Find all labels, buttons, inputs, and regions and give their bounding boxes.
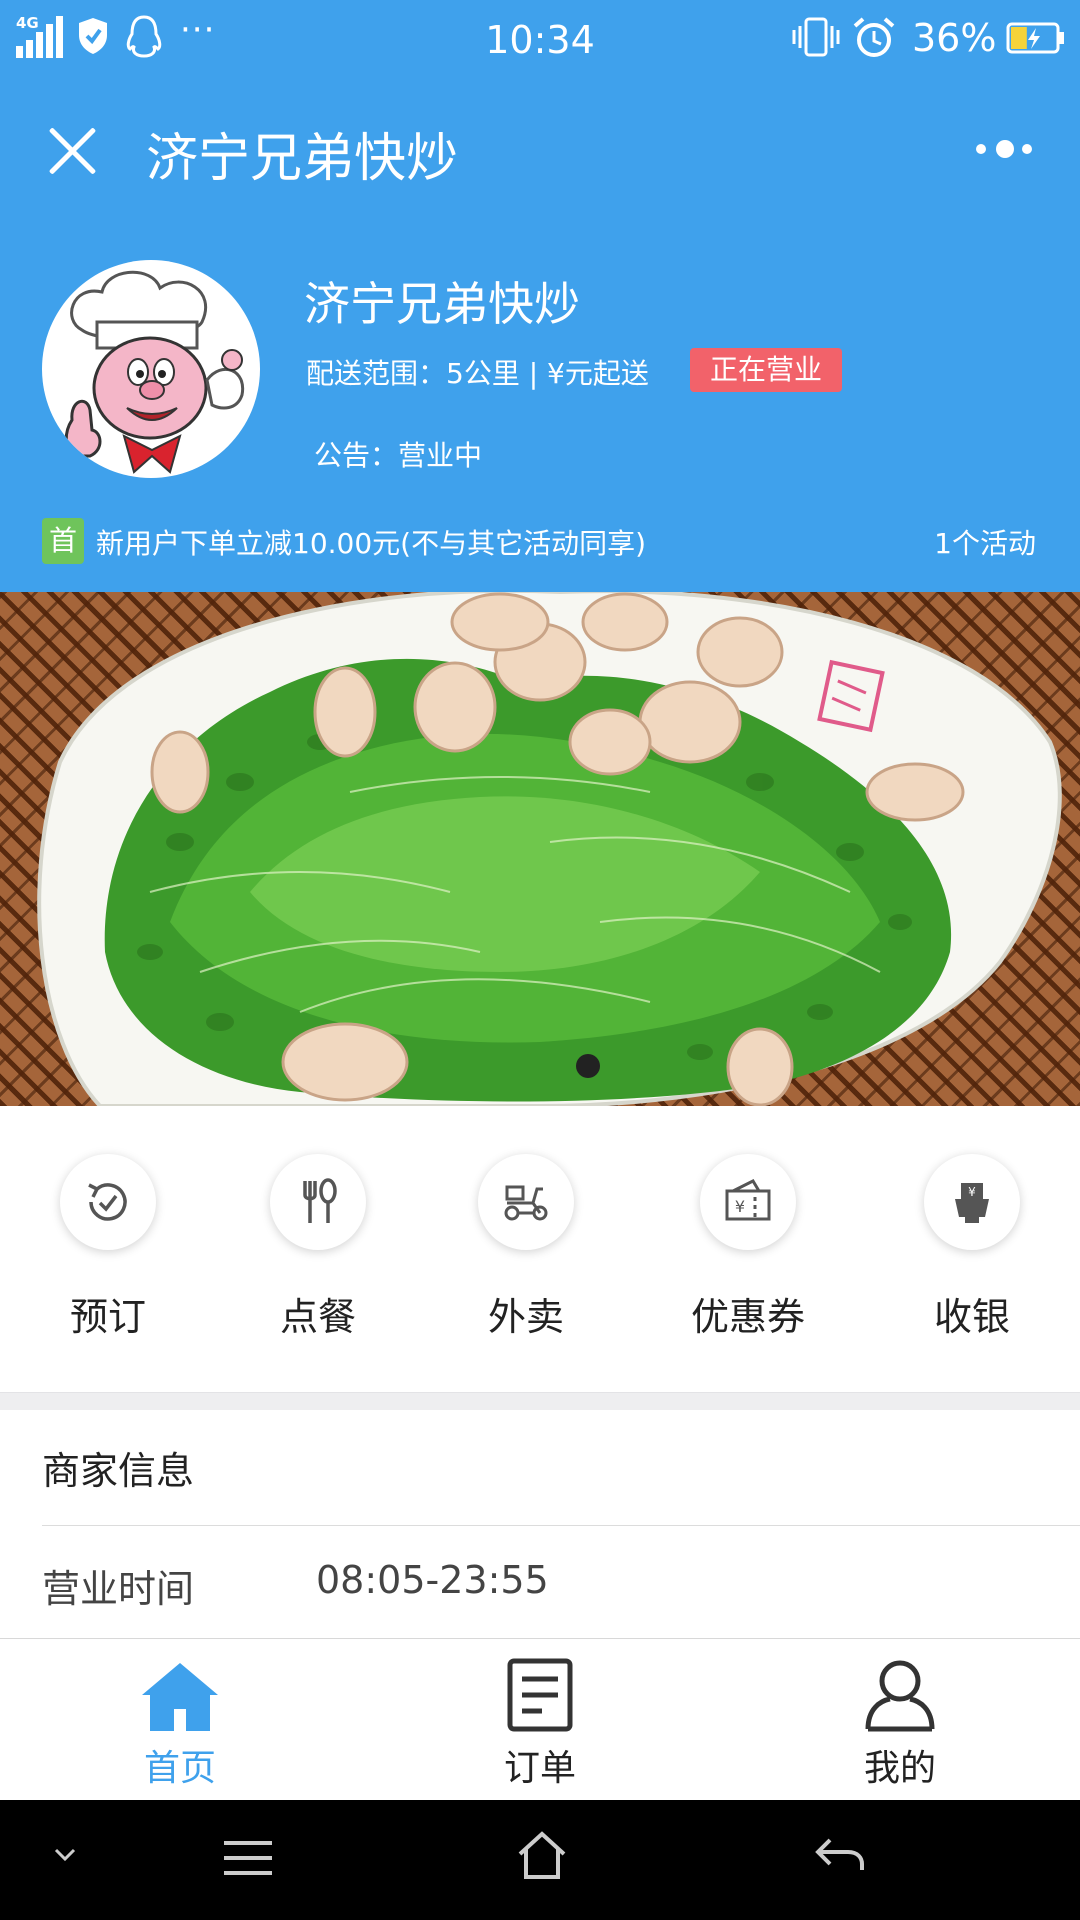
- banner-image[interactable]: [0, 592, 1080, 1106]
- shop-header: 4G ··· 10:34 36% 济宁兄弟快炒 济宁兄弟快炒 配送范围：5公里 …: [0, 0, 1080, 592]
- promo-text: 新用户下单立减10.00元(不与其它活动同享): [96, 527, 647, 560]
- shop-notice: 公告：营业中: [314, 439, 483, 472]
- coupon-icon: ¥: [700, 1154, 796, 1250]
- feature-reserve[interactable]: 预订: [28, 1154, 188, 1354]
- feature-coupon[interactable]: ¥ 优惠券: [668, 1154, 828, 1354]
- system-nav-bar: [0, 1800, 1080, 1920]
- user-icon: [865, 1660, 935, 1732]
- home-outline-icon[interactable]: [516, 1830, 568, 1880]
- more-icon[interactable]: [976, 136, 1040, 164]
- battery-icon: [1006, 22, 1064, 54]
- feature-label: 优惠券: [690, 1295, 805, 1339]
- tab-label: 我的: [863, 1748, 936, 1789]
- svg-text:¥: ¥: [968, 1185, 976, 1199]
- title-bar: 济宁兄弟快炒: [0, 94, 1080, 204]
- feature-label: 预订: [69, 1295, 146, 1339]
- svg-text:¥: ¥: [735, 1197, 745, 1216]
- tab-label: 首页: [143, 1748, 216, 1789]
- promo-bar[interactable]: 首 新用户下单立减10.00元(不与其它活动同享) 1个活动: [0, 512, 1080, 572]
- business-hours-label: 营业时间: [42, 1567, 195, 1611]
- battery-percent: 36%: [912, 16, 997, 60]
- cashier-icon: ¥: [924, 1154, 1020, 1250]
- shop-name: 济宁兄弟快炒: [304, 277, 580, 331]
- feature-order[interactable]: 点餐: [238, 1154, 398, 1354]
- status-badge: 正在营业: [690, 348, 843, 392]
- bottom-tab-bar: 首页 订单 我的: [0, 1638, 1080, 1800]
- divider: [42, 1525, 1080, 1526]
- merchant-info-heading: 商家信息: [42, 1449, 195, 1493]
- feature-takeout[interactable]: 外卖: [446, 1154, 606, 1354]
- order-list-icon: [507, 1658, 573, 1732]
- page-title: 济宁兄弟快炒: [146, 129, 459, 189]
- tab-orders[interactable]: 订单: [440, 1657, 640, 1789]
- alarm-icon: [853, 17, 895, 57]
- feature-label: 收银: [933, 1295, 1010, 1339]
- delivery-info: 配送范围：5公里 | ¥元起送: [306, 357, 649, 390]
- scooter-icon: [478, 1154, 574, 1250]
- close-icon[interactable]: [44, 122, 100, 178]
- status-bar: 4G ··· 10:34 36%: [0, 0, 1080, 80]
- tab-home[interactable]: 首页: [80, 1657, 280, 1789]
- menu-icon[interactable]: [222, 1840, 274, 1876]
- feature-label: 外卖: [487, 1295, 564, 1339]
- collapse-chevron-icon[interactable]: [54, 1848, 76, 1862]
- chef-avatar: [42, 260, 260, 478]
- tab-me[interactable]: 我的: [800, 1657, 1000, 1789]
- business-hours-value: 08:05-23:55: [316, 1558, 549, 1602]
- section-divider: [0, 1392, 1080, 1410]
- carousel-indicator[interactable]: [576, 1054, 600, 1078]
- promo-count[interactable]: 1个活动: [934, 522, 1036, 562]
- feature-label: 点餐: [279, 1295, 356, 1339]
- home-icon: [142, 1663, 218, 1731]
- reserve-clock-icon: [60, 1154, 156, 1250]
- fork-spoon-icon: [270, 1154, 366, 1250]
- tab-label: 订单: [503, 1748, 576, 1789]
- feature-cashier[interactable]: ¥ 收银: [892, 1154, 1052, 1354]
- vibrate-icon: [792, 17, 840, 57]
- promo-tag: 首: [42, 518, 84, 564]
- feature-grid: 预订 点餐 外卖 ¥ 优惠券 ¥ 收银: [0, 1106, 1080, 1392]
- back-icon[interactable]: [814, 1836, 864, 1876]
